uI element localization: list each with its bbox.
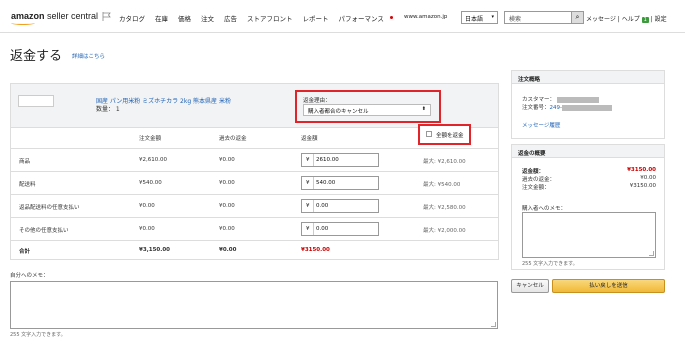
- full-refund-label: 全額を返金: [436, 133, 464, 139]
- message-count-badge: 1: [641, 17, 649, 23]
- header-past-refund: 過去の返金: [219, 136, 247, 142]
- max-amount: 最大: ¥2,610.00: [423, 159, 466, 165]
- row-label: 返品配送料の任意支払い: [19, 205, 80, 211]
- order-number-link[interactable]: 249-: [550, 105, 562, 111]
- nav-performance[interactable]: パフォーマンス: [339, 13, 384, 23]
- header-refund-amount: 返金額: [301, 136, 318, 142]
- submit-refund-button[interactable]: 払い戻しを送信: [552, 279, 665, 293]
- max-amount: 最大: ¥2,580.00: [423, 205, 466, 211]
- order-summary-panel: 注文概略 カスタマー： 注文番号：249- メッセージ履歴: [511, 70, 665, 139]
- nav-storefront[interactable]: ストアフロント: [247, 13, 293, 23]
- total-row: 合計 ¥3,150.00 ¥0.00 ¥3150.00: [11, 241, 498, 260]
- refund-amount-input[interactable]: ¥540.00: [301, 176, 379, 190]
- caret-icon: ▾: [491, 14, 494, 20]
- nav-pricing[interactable]: 価格: [178, 13, 191, 23]
- total-order-amount: ¥3,150.00: [139, 247, 170, 253]
- nav-orders[interactable]: 注文: [201, 13, 214, 23]
- header-order-amount: 注文金額: [139, 136, 162, 142]
- search-input[interactable]: 検索: [504, 11, 572, 24]
- buyer-memo-char-count: 255 文字入力できます。: [522, 261, 578, 267]
- search-icon: ⌕: [575, 13, 580, 21]
- total-past-refund: ¥0.00: [219, 247, 237, 253]
- nav-reports[interactable]: レポート: [303, 13, 329, 23]
- order-summary-title: 注文概略: [512, 71, 664, 84]
- order-amount: ¥0.00: [139, 203, 155, 209]
- redacted-customer: [556, 96, 599, 103]
- row-label: 商品: [19, 159, 31, 165]
- table-row: その他の任意支払い ¥0.00 ¥0.00 ¥0.00 最大: ¥2,000.0…: [11, 218, 498, 241]
- refund-amount-input[interactable]: ¥0.00: [301, 199, 379, 213]
- total-label: 合計: [19, 249, 31, 255]
- past-refund: ¥0.00: [219, 226, 235, 232]
- language-select[interactable]: 日本語 ▾: [461, 11, 498, 24]
- table-row: 商品 ¥2,610.00 ¥0.00 ¥2610.00 最大: ¥2,610.0…: [11, 149, 498, 172]
- full-refund-checkbox[interactable]: 全額を返金: [418, 124, 471, 145]
- nav-inventory[interactable]: 在庫: [155, 13, 168, 23]
- japan-flag-dot-icon: [390, 16, 393, 19]
- self-memo-char-count: 255 文字入力できます。: [10, 332, 66, 338]
- row-label: その他の任意支払い: [19, 228, 69, 234]
- top-navigation-bar: amazon seller central カタログ 在庫 価格 注文 広告 ス…: [0, 0, 685, 33]
- product-row: 国産 パン用米粉 ミズホチカラ 2kg 熊本県産 米粉 数量： 1 返金理由： …: [11, 84, 498, 128]
- resize-grip-icon[interactable]: [649, 251, 654, 256]
- self-memo-label: 自分へのメモ：: [10, 273, 49, 279]
- buyer-memo-label: 購入者へのメモ：: [522, 206, 567, 212]
- main-nav: カタログ 在庫 価格 注文 広告 ストアフロント レポート パフォーマンス: [119, 13, 384, 23]
- details-link[interactable]: 詳細はこちら: [72, 52, 105, 60]
- order-amount: ¥2,610.00: [139, 157, 167, 163]
- refund-amount-input[interactable]: ¥0.00: [301, 222, 379, 236]
- order-amount: ¥540.00: [139, 180, 162, 186]
- max-amount: 最大: ¥2,000.00: [423, 228, 466, 234]
- max-amount: 最大: ¥540.00: [423, 182, 461, 188]
- table-row: 配送料 ¥540.00 ¥0.00 ¥540.00 最大: ¥540.00: [11, 172, 498, 195]
- search-button[interactable]: ⌕: [571, 11, 584, 24]
- refund-summary-title: 返金の概要: [512, 145, 664, 158]
- refund-panel: 国産 パン用米粉 ミズホチカラ 2kg 熊本県産 米粉 数量： 1 返金理由： …: [10, 83, 499, 260]
- summary-order-row: 注文金額： ¥3150.00: [522, 183, 656, 191]
- order-number-field: 注文番号：249-: [522, 103, 612, 111]
- product-image: [18, 95, 54, 107]
- marketplace-label[interactable]: www.amazon.jp: [404, 14, 447, 20]
- seller-central-logo[interactable]: amazon seller central: [11, 11, 98, 21]
- page-title: 返金する: [10, 49, 63, 64]
- row-label: 配送料: [19, 182, 36, 188]
- table-row: 返品配送料の任意支払い ¥0.00 ¥0.00 ¥0.00 最大: ¥2,580…: [11, 195, 498, 218]
- summary-refund-row: 返金額： ¥3150.00: [522, 167, 656, 175]
- order-amount: ¥0.00: [139, 226, 155, 232]
- nav-advertising[interactable]: 広告: [224, 13, 237, 23]
- summary-past-row: 過去の返金： ¥0.00: [522, 175, 656, 183]
- resize-grip-icon[interactable]: [491, 322, 496, 327]
- buyer-memo-textarea[interactable]: [522, 212, 656, 258]
- refund-amount-input[interactable]: ¥2610.00: [301, 153, 379, 167]
- redacted-order-number: [562, 104, 612, 111]
- customer-field: カスタマー：: [522, 95, 599, 103]
- checkbox-icon[interactable]: [426, 131, 432, 137]
- top-links[interactable]: メッセージ | ヘルプ 1 | 設定: [586, 14, 667, 23]
- cancel-button[interactable]: キャンセル: [511, 279, 549, 293]
- refund-summary-panel: 返金の概要 返金額： ¥3150.00 過去の返金： ¥0.00 注文金額： ¥315…: [511, 144, 665, 270]
- logo-smile-icon: [11, 21, 35, 25]
- self-memo-textarea[interactable]: [10, 281, 498, 329]
- past-refund: ¥0.00: [219, 157, 235, 163]
- product-quantity: 数量： 1: [96, 106, 120, 113]
- nav-catalog[interactable]: カタログ: [119, 13, 145, 23]
- message-history-link[interactable]: メッセージ履歴: [522, 121, 560, 129]
- flag-icon[interactable]: [102, 12, 112, 21]
- past-refund: ¥0.00: [219, 203, 235, 209]
- total-refund-amount: ¥3150.00: [301, 247, 330, 253]
- past-refund: ¥0.00: [219, 180, 235, 186]
- highlight-box-reason: [295, 90, 441, 123]
